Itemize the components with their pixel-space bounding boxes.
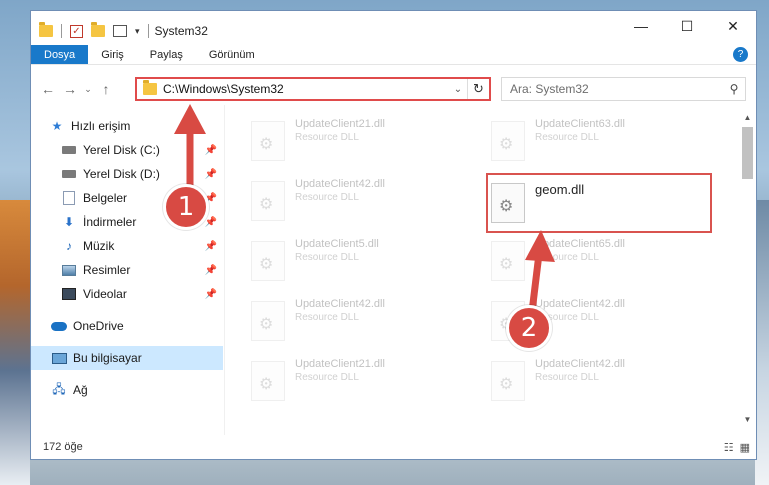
explorer-window: ✓ ▾ System32 — ☐ ✕ Dosya Giriş Paylaş Gö… <box>30 10 757 460</box>
large-icons-view-icon[interactable]: ▦ <box>740 441 750 454</box>
tab-paylas[interactable]: Paylaş <box>137 45 196 64</box>
file-item[interactable]: ⚙ UpdateClient65.dll Resource DLL <box>491 235 701 289</box>
downloads-icon: ⬇ <box>63 215 75 229</box>
navigation-pane: ★ Hızlı erişim Yerel Disk (C:) 📌 Yerel D… <box>31 114 223 434</box>
cloud-icon <box>51 319 67 333</box>
sidebar-item-pictures[interactable]: Resimler 📌 <box>31 258 223 282</box>
file-item[interactable]: ⚙ UpdateClient21.dll Resource DLL <box>251 355 461 409</box>
pin-icon[interactable]: 📌 <box>205 217 217 228</box>
pictures-icon <box>61 263 77 277</box>
search-icon[interactable]: ⚲ <box>723 82 745 96</box>
file-list: ⚙ UpdateClient21.dll Resource DLL ⚙ Updat… <box>246 111 736 426</box>
file-item[interactable]: ⚙ UpdateClient42.dllResource DLL <box>251 175 461 229</box>
properties-icon[interactable] <box>113 25 127 37</box>
dll-file-icon: ⚙ <box>251 121 285 161</box>
view-switcher: ☷ ▦ <box>724 441 750 454</box>
annotation-badge-1: 1 <box>163 184 209 230</box>
forward-button[interactable]: → <box>59 81 81 97</box>
close-button[interactable]: ✕ <box>710 11 756 41</box>
annotation-badge-2: 2 <box>506 305 552 351</box>
minimize-button[interactable]: — <box>618 11 664 41</box>
tab-gorunum[interactable]: Görünüm <box>196 45 268 64</box>
dll-file-icon: ⚙ <box>251 241 285 281</box>
sidebar-item-videos[interactable]: Videolar 📌 <box>31 282 223 306</box>
file-item[interactable]: ⚙ UpdateClient63.dll Resource DLL <box>491 115 701 169</box>
sidebar-item-disk-d[interactable]: Yerel Disk (D:) 📌 <box>31 162 223 186</box>
music-icon: ♪ <box>66 239 72 253</box>
refresh-button[interactable]: ↻ <box>467 79 489 99</box>
properties-check-icon[interactable]: ✓ <box>70 24 83 38</box>
pin-icon[interactable]: 📌 <box>205 265 217 276</box>
address-path[interactable]: C:\Windows\System32 <box>163 82 449 96</box>
dll-file-icon: ⚙ <box>251 361 285 401</box>
search-input[interactable]: Ara: System32 <box>510 82 723 96</box>
pin-icon[interactable]: 📌 <box>205 289 217 300</box>
status-bar: 172 öğe ☷ ▦ <box>31 435 756 459</box>
maximize-button[interactable]: ☐ <box>664 11 710 41</box>
details-view-icon[interactable]: ☷ <box>724 441 734 454</box>
help-icon[interactable]: ? <box>733 47 748 62</box>
quick-access-toolbar: ✓ ▾ <box>31 22 149 38</box>
desktop-background-right <box>755 200 769 485</box>
navigation-bar: ← → ⌄ ↑ C:\Windows\System32 ⌄ ↻ Ara: Sys… <box>31 73 756 105</box>
pane-divider[interactable] <box>224 105 225 435</box>
address-dropdown-icon[interactable]: ⌄ <box>449 84 467 95</box>
file-item-geom-dll[interactable]: ⚙ geom.dll <box>486 173 712 233</box>
file-item[interactable]: ⚙ UpdateClient42.dllResource DLL <box>491 355 701 409</box>
sidebar-item-music[interactable]: ♪ Müzik 📌 <box>31 234 223 258</box>
ribbon-tabs: Dosya Giriş Paylaş Görünüm ? <box>31 45 756 65</box>
window-controls: — ☐ ✕ <box>618 11 756 41</box>
recent-locations-button[interactable]: ⌄ <box>81 84 95 95</box>
sidebar-item-this-pc[interactable]: Bu bilgisayar <box>31 346 223 370</box>
file-item[interactable]: ⚙ UpdateClient42.dllResource DLL <box>251 295 461 349</box>
computer-icon <box>51 351 67 365</box>
pin-icon[interactable]: 📌 <box>205 241 217 252</box>
desktop-background-left <box>0 200 30 485</box>
dll-file-icon: ⚙ <box>251 301 285 341</box>
folder-icon <box>143 80 157 95</box>
drive-icon <box>61 167 77 181</box>
sidebar-item-onedrive[interactable]: OneDrive <box>31 314 223 338</box>
videos-icon <box>61 287 77 301</box>
documents-icon <box>61 191 77 205</box>
customize-dropdown-icon[interactable]: ▾ <box>135 26 140 37</box>
back-button[interactable]: ← <box>37 81 59 97</box>
pin-icon[interactable]: 📌 <box>205 145 217 156</box>
sidebar-item-network[interactable]: 🖧 Ağ <box>31 378 223 402</box>
sidebar-item-quick-access[interactable]: ★ Hızlı erişim <box>31 114 223 138</box>
file-item[interactable]: ⚙ UpdateClient21.dll Resource DLL <box>251 115 461 169</box>
scroll-up-icon[interactable]: ▲ <box>739 111 756 125</box>
window-title: System32 <box>154 24 208 38</box>
file-item[interactable]: ⚙ UpdateClient5.dll Resource DLL <box>251 235 461 289</box>
scroll-down-icon[interactable]: ▼ <box>739 413 756 427</box>
item-count: 172 öğe <box>43 441 83 453</box>
star-icon: ★ <box>51 119 63 133</box>
tab-giris[interactable]: Giriş <box>88 45 137 64</box>
up-button[interactable]: ↑ <box>95 81 117 97</box>
address-bar[interactable]: C:\Windows\System32 ⌄ ↻ <box>135 77 491 101</box>
dll-file-icon: ⚙ <box>491 121 525 161</box>
scroll-thumb[interactable] <box>742 127 753 179</box>
dll-file-icon: ⚙ <box>251 181 285 221</box>
search-box[interactable]: Ara: System32 ⚲ <box>501 77 746 101</box>
network-icon: 🖧 <box>52 381 66 396</box>
new-folder-icon[interactable] <box>91 22 105 37</box>
sidebar-item-disk-c[interactable]: Yerel Disk (C:) 📌 <box>31 138 223 162</box>
pin-icon[interactable]: 📌 <box>205 169 217 180</box>
drive-icon <box>61 143 77 157</box>
tab-dosya[interactable]: Dosya <box>31 45 89 64</box>
folder-icon <box>39 22 53 37</box>
vertical-scrollbar[interactable]: ▲ ▼ <box>739 111 756 427</box>
dll-file-icon: ⚙ <box>491 361 525 401</box>
dll-file-icon: ⚙ <box>491 183 525 223</box>
dll-file-icon: ⚙ <box>491 241 525 281</box>
